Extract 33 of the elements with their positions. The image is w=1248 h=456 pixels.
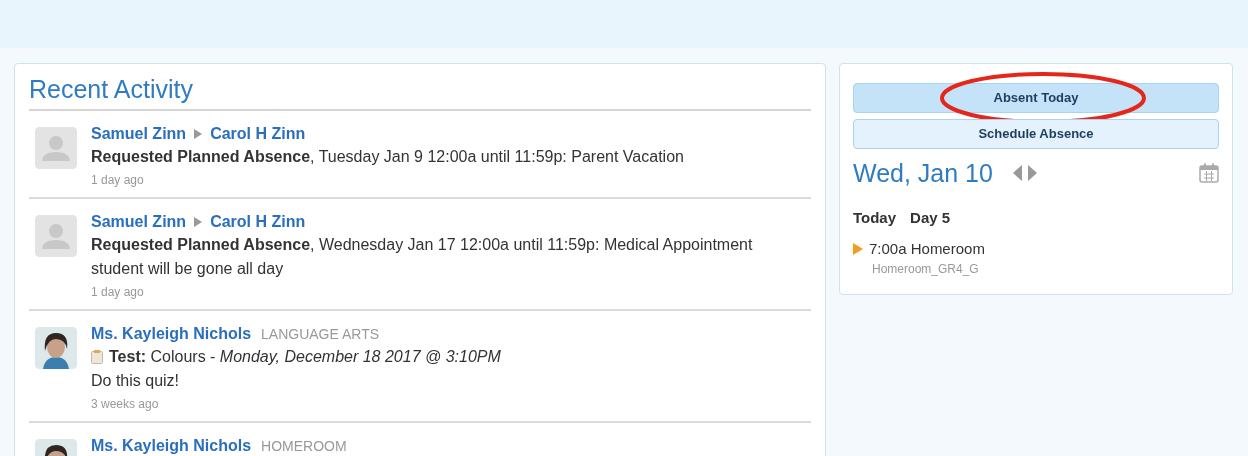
activity-text: Requested Planned Absence, Wednesday Jan 17 12:00a until 11:59p: Medical Appointment <box>91 235 753 255</box>
assignment-text: Test: Colours - Monday, December 18 2017 @ 3:10PM <box>109 347 501 367</box>
class-label: LANGUAGE ARTS <box>261 325 380 344</box>
absence-button[interactable]: Absent Today <box>853 83 1219 113</box>
person-link[interactable]: Carol H Zinn <box>210 211 306 233</box>
timestamp: 1 day ago <box>91 284 145 301</box>
arrow-icon <box>194 129 203 139</box>
play-icon <box>853 242 863 255</box>
calendar-icon[interactable] <box>1199 163 1219 183</box>
date-heading: Wed, Jan 10 <box>853 158 993 189</box>
arrow-icon <box>194 217 203 227</box>
person-link[interactable]: Ms. Kayleigh Nichols <box>91 323 252 345</box>
section-title: Recent Activity <box>29 74 811 111</box>
period-title[interactable]: 7:00a Homeroom <box>869 237 985 260</box>
activity-text: Requested Planned Absence, Tuesday Jan 9 12:00a until 11:59p: Parent Vacation <box>91 147 684 167</box>
person-link[interactable]: Ms. Kayleigh Nichols <box>91 435 252 456</box>
timestamp: 1 day ago <box>91 172 145 189</box>
activity-text: student will be gone all day <box>91 259 285 279</box>
person-link[interactable]: Samuel Zinn <box>91 123 187 145</box>
avatar-placeholder-icon <box>35 127 77 169</box>
day-number: Day 5 <box>910 208 951 228</box>
previous-icon[interactable] <box>1012 165 1022 181</box>
next-icon[interactable] <box>1027 165 1037 181</box>
absence-button[interactable]: Schedule Absence <box>853 119 1219 149</box>
person-link[interactable]: Carol H Zinn <box>210 123 306 145</box>
activity-text: Do this quiz! <box>91 371 181 391</box>
person-link[interactable]: Samuel Zinn <box>91 211 187 233</box>
day-label: Today <box>853 208 897 228</box>
avatar-placeholder-icon <box>35 215 77 257</box>
timestamp: 3 weeks ago <box>91 396 160 413</box>
section-name: Homeroom_GR4_G <box>872 261 980 278</box>
clipboard-icon <box>91 350 103 364</box>
class-label: HOMEROOM <box>261 437 347 456</box>
